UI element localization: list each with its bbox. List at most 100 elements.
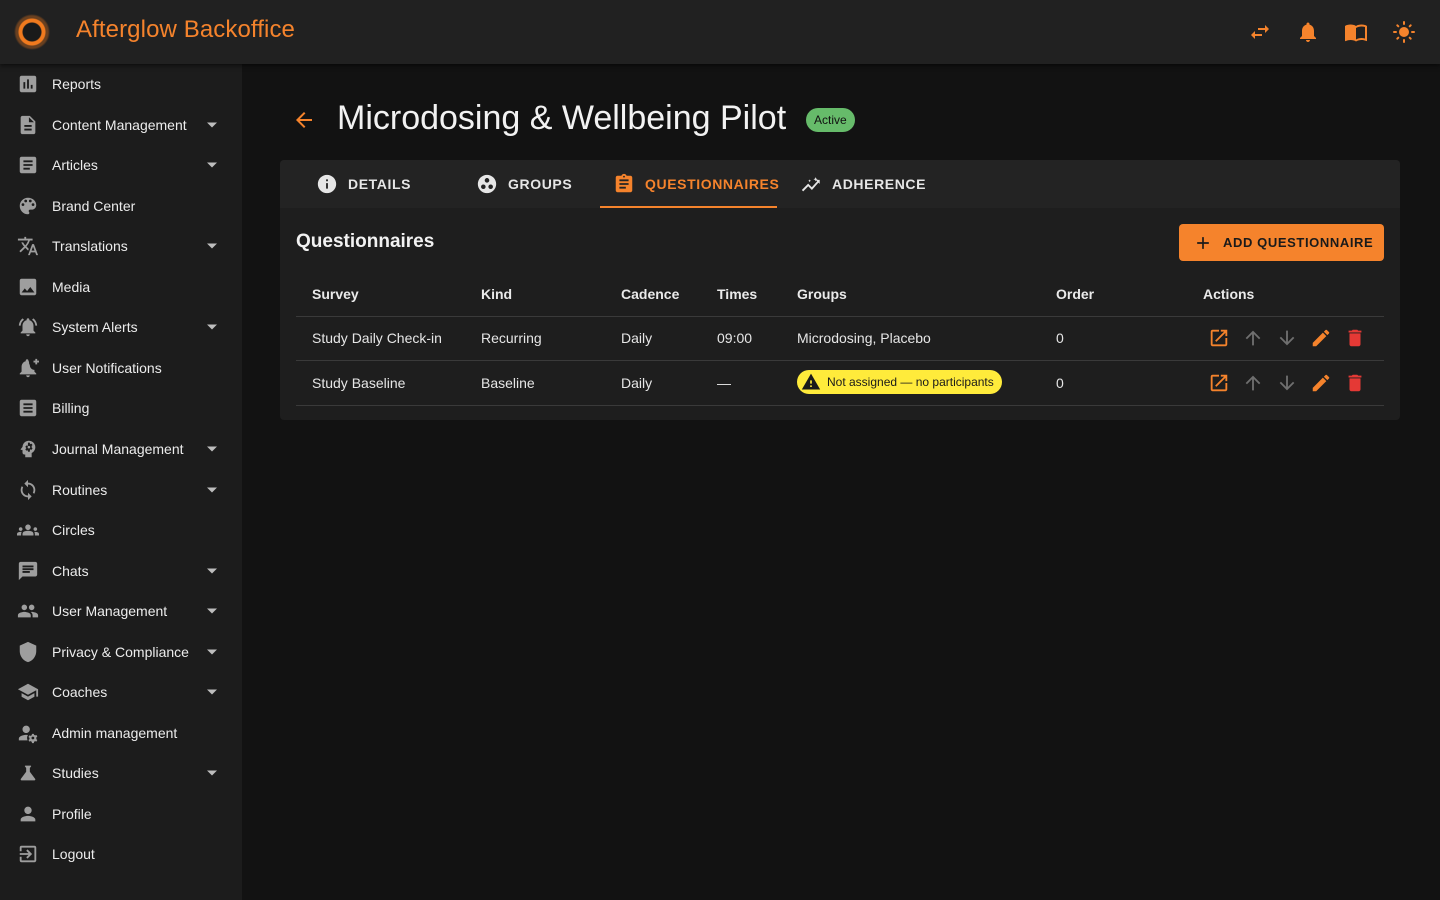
tab-details[interactable]: DETAILS bbox=[316, 160, 411, 208]
top-actions bbox=[1248, 16, 1416, 48]
sidebar-item-user-management[interactable]: User Management bbox=[0, 591, 242, 631]
chevron-down-icon[interactable] bbox=[205, 239, 219, 253]
sidebar-item-label: Admin management bbox=[52, 724, 178, 741]
column-header-kind: Kind bbox=[465, 272, 605, 317]
cell-times: — bbox=[701, 360, 781, 406]
delete-trash-icon[interactable] bbox=[1343, 326, 1367, 350]
sidebar-item-coaches[interactable]: Coaches bbox=[0, 672, 242, 712]
chevron-down-icon[interactable] bbox=[205, 604, 219, 618]
arrow-up-icon[interactable] bbox=[1241, 371, 1265, 395]
arrow-down-icon[interactable] bbox=[1275, 326, 1299, 350]
tab-label: DETAILS bbox=[348, 176, 412, 192]
chevron-down-icon[interactable] bbox=[205, 118, 219, 132]
chevron-down-icon[interactable] bbox=[205, 320, 219, 334]
sidebar-item-label: User Notifications bbox=[52, 359, 162, 376]
shield-icon bbox=[16, 640, 40, 664]
sun-icon[interactable] bbox=[1392, 16, 1416, 48]
sidebar-item-label: Coaches bbox=[52, 684, 108, 701]
notification-add-icon bbox=[16, 356, 40, 380]
sidebar-item-studies[interactable]: Studies bbox=[0, 753, 242, 793]
article-icon bbox=[16, 153, 40, 177]
bell-icon[interactable] bbox=[1296, 16, 1320, 48]
plus-icon bbox=[1197, 236, 1209, 249]
sidebar-item-label: Reports bbox=[52, 76, 102, 92]
sidebar-item-label: Content Management bbox=[52, 116, 187, 133]
sidebar-item-logout[interactable]: Logout bbox=[0, 834, 242, 874]
people-icon bbox=[16, 599, 40, 623]
add-questionnaire-button[interactable]: ADD QUESTIONNAIRE bbox=[1179, 224, 1384, 261]
chevron-down-icon[interactable] bbox=[205, 645, 219, 659]
chevron-down-icon[interactable] bbox=[205, 158, 219, 172]
edit-pencil-icon[interactable] bbox=[1309, 371, 1333, 395]
admin-icon bbox=[16, 721, 40, 745]
sidebar-item-admin-management[interactable]: Admin management bbox=[0, 713, 242, 753]
sidebar-item-label: Studies bbox=[52, 765, 99, 782]
sidebar-item-privacy-compliance[interactable]: Privacy & Compliance bbox=[0, 632, 242, 672]
status-badge: Active bbox=[806, 108, 855, 132]
sidebar-item-reports[interactable]: Reports bbox=[0, 64, 242, 104]
chevron-down-icon[interactable] bbox=[205, 564, 219, 578]
sidebar-item-label: Translations bbox=[52, 238, 128, 255]
sidebar-item-profile[interactable]: Profile bbox=[0, 794, 242, 834]
sidebar-item-routines[interactable]: Routines bbox=[0, 470, 242, 510]
sidebar-item-translations[interactable]: Translations bbox=[0, 226, 242, 266]
app-bar: Afterglow Backoffice bbox=[0, 0, 1440, 64]
chevron-down-icon[interactable] bbox=[205, 685, 219, 699]
tab-questionnaires[interactable]: QUESTIONNAIRES bbox=[613, 160, 779, 208]
logout-icon bbox=[16, 842, 40, 866]
chat-icon bbox=[16, 559, 40, 583]
sidebar-item-system-alerts[interactable]: System Alerts bbox=[0, 307, 242, 347]
cell-order: 0 bbox=[1040, 316, 1187, 361]
tab-bar: DETAILS GROUPS QUESTIONNAIRES ADHERENCE bbox=[280, 160, 1400, 208]
clipboard-icon bbox=[615, 173, 633, 193]
delete-trash-icon[interactable] bbox=[1343, 371, 1367, 395]
sidebar-item-journal-management[interactable]: Journal Management bbox=[0, 429, 242, 469]
arrow-down-icon[interactable] bbox=[1275, 371, 1299, 395]
tab-label: QUESTIONNAIRES bbox=[645, 176, 780, 192]
arrow-up-icon[interactable] bbox=[1241, 326, 1265, 350]
sidebar-item-label: Profile bbox=[52, 805, 92, 822]
info-icon bbox=[317, 174, 337, 194]
sidebar-item-label: User Management bbox=[52, 603, 168, 620]
sidebar: Reports Content Management Articles Brand C… bbox=[0, 64, 242, 900]
reports-icon bbox=[16, 72, 40, 96]
cell-cadence: Daily bbox=[605, 360, 701, 406]
sidebar-item-circles[interactable]: Circles bbox=[0, 510, 242, 550]
sidebar-item-billing[interactable]: Billing bbox=[0, 388, 242, 428]
tab-groups[interactable]: GROUPS bbox=[476, 160, 572, 208]
sidebar-item-media[interactable]: Media bbox=[0, 267, 242, 307]
row-actions bbox=[1203, 326, 1384, 350]
sidebar-item-label: Circles bbox=[52, 522, 95, 539]
tab-label: ADHERENCE bbox=[832, 176, 927, 192]
table-row: Study Baseline Baseline Daily — Not assi… bbox=[296, 360, 1384, 406]
book-icon[interactable] bbox=[1344, 16, 1368, 48]
sidebar-item-label: Articles bbox=[52, 157, 98, 174]
edit-pencil-icon[interactable] bbox=[1309, 326, 1333, 350]
sidebar-item-chats[interactable]: Chats bbox=[0, 551, 242, 591]
cell-survey: Study Baseline bbox=[296, 360, 465, 406]
chevron-down-icon[interactable] bbox=[205, 483, 219, 497]
app-title: Afterglow Backoffice bbox=[76, 16, 295, 43]
back-arrow-icon[interactable] bbox=[292, 108, 316, 132]
cell-actions bbox=[1187, 360, 1384, 406]
sidebar-item-brand-center[interactable]: Brand Center bbox=[0, 186, 242, 226]
chevron-down-icon[interactable] bbox=[205, 442, 219, 456]
sidebar-item-articles[interactable]: Articles bbox=[0, 145, 242, 185]
warning-icon bbox=[801, 373, 821, 390]
section-title: Questionnaires bbox=[296, 231, 435, 252]
open-external-icon[interactable] bbox=[1207, 371, 1231, 395]
groups-icon bbox=[16, 518, 40, 542]
switch-icon[interactable] bbox=[1248, 16, 1272, 48]
tab-adherence[interactable]: ADHERENCE bbox=[800, 160, 926, 208]
person-icon bbox=[16, 802, 40, 826]
open-external-icon[interactable] bbox=[1207, 326, 1231, 350]
active-tab-indicator bbox=[600, 206, 777, 208]
psychology-icon bbox=[16, 437, 40, 461]
chevron-down-icon[interactable] bbox=[205, 766, 219, 780]
column-header-cadence: Cadence bbox=[605, 272, 701, 317]
sidebar-item-content-management[interactable]: Content Management bbox=[0, 105, 242, 145]
sidebar-item-label: Chats bbox=[52, 562, 89, 579]
trend-icon bbox=[801, 177, 820, 192]
sidebar-item-user-notifications[interactable]: User Notifications bbox=[0, 348, 242, 388]
cell-actions bbox=[1187, 316, 1384, 361]
